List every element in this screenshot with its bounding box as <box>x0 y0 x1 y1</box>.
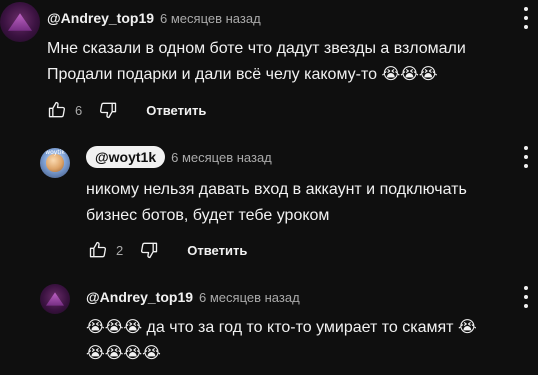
comment-reply: @Andrey_top19 6 месяцев назад 😭😭😭 да что… <box>0 280 538 375</box>
comment-reply: woytik @woyt1k 6 месяцев назад никому не… <box>0 140 538 280</box>
more-vert-icon[interactable] <box>521 7 531 29</box>
comment-line: никому нельзя давать вход в аккаунт и по… <box>86 181 467 198</box>
comment-line: 😭😭😭😭 <box>86 345 161 362</box>
comment-actions: 6 Ответить <box>45 98 206 122</box>
author-name[interactable]: @Andrey_top19 <box>47 10 154 26</box>
avatar[interactable]: woytik <box>40 148 70 178</box>
timestamp[interactable]: 6 месяцев назад <box>199 290 300 305</box>
comment-text: Мне сказали в одном боте что дадут звезд… <box>47 36 466 88</box>
comment-header: @woyt1k 6 месяцев назад <box>86 146 272 168</box>
avatar-logo <box>8 13 32 31</box>
comment-text: никому нельзя давать вход в аккаунт и по… <box>86 177 467 229</box>
more-vert-icon[interactable] <box>521 146 531 168</box>
author-name[interactable]: @woyt1k <box>86 146 166 168</box>
comment-line: Продали подарки и дали всё челу какому-т… <box>47 66 438 83</box>
comment-line: Мне сказали в одном боте что дадут звезд… <box>47 40 466 57</box>
thumb-down-icon[interactable] <box>96 98 120 122</box>
thumb-down-icon[interactable] <box>137 238 161 262</box>
avatar[interactable] <box>0 2 40 42</box>
comment-thread-top: @Andrey_top19 6 месяцев назад Мне сказал… <box>0 0 538 140</box>
comment-text: 😭😭😭 да что за год то кто-то умирает то с… <box>86 315 477 367</box>
avatar-logo <box>46 292 64 306</box>
like-count: 2 <box>116 242 124 258</box>
author-name[interactable]: @Andrey_top19 <box>86 289 193 305</box>
like-count: 6 <box>75 102 83 118</box>
more-vert-icon[interactable] <box>521 286 531 308</box>
timestamp[interactable]: 6 месяцев назад <box>160 11 261 26</box>
comment-line: бизнес ботов, будет тебе уроком <box>86 207 330 224</box>
avatar-image <box>46 154 64 172</box>
comment-header: @Andrey_top19 6 месяцев назад <box>47 10 261 26</box>
comment-line: 😭😭😭 да что за год то кто-то умирает то с… <box>86 319 477 336</box>
reply-button[interactable]: Ответить <box>187 243 247 258</box>
comment-actions: 2 Ответить <box>86 238 247 262</box>
timestamp[interactable]: 6 месяцев назад <box>171 150 272 165</box>
comment-header: @Andrey_top19 6 месяцев назад <box>86 289 300 305</box>
avatar-label: woytik <box>45 149 65 156</box>
reply-button[interactable]: Ответить <box>146 103 206 118</box>
avatar[interactable] <box>40 284 70 314</box>
thumb-up-icon[interactable] <box>86 238 110 262</box>
thumb-up-icon[interactable] <box>45 98 69 122</box>
